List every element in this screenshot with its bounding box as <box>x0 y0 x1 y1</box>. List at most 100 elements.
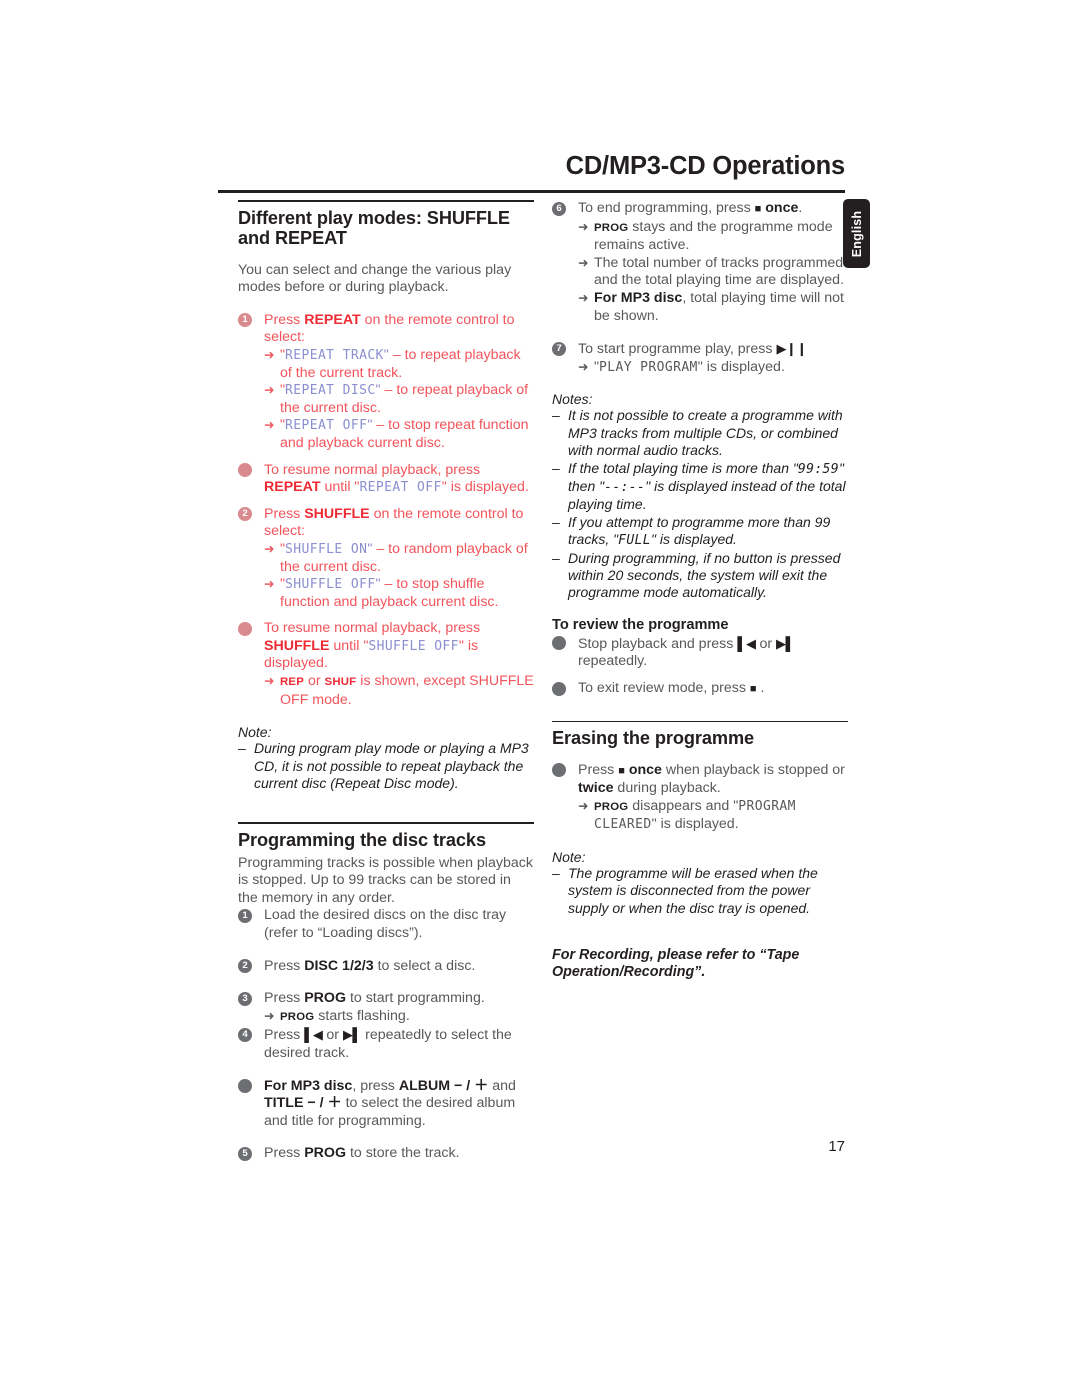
list-item: 7 To start programme play, press ▶❙❙ ➜ "P… <box>552 340 848 376</box>
arrow-line: ➜ "REPEAT DISC" – to repeat playback of t… <box>264 382 529 416</box>
minus-plus-sign: − / ＋ <box>303 1095 342 1112</box>
lcd-text: FULL <box>618 533 652 549</box>
section-heading-play-modes: Different play modes: SHUFFLE and REPEAT <box>238 207 510 249</box>
display-indicator: REP <box>280 676 305 689</box>
list-item: 4 Press ▌◀ or ▶▌ repeatedly to select th… <box>238 1026 534 1062</box>
display-indicator: PROG <box>594 800 629 813</box>
play-modes-intro: You can select and change the various pl… <box>238 261 512 296</box>
lcd-text: SHUFFLE OFF <box>368 638 459 654</box>
step-text: Press SHUFFLE on the remote control to s… <box>264 505 524 540</box>
lcd-text: --:-- <box>604 479 646 495</box>
section-rule <box>552 720 848 723</box>
arrow-icon: ➜ <box>264 541 275 556</box>
bullet-marker <box>238 463 252 478</box>
step-marker: 6 <box>552 201 566 216</box>
dash-marker: – <box>552 865 560 882</box>
lcd-text: SHUFFLE ON <box>285 541 368 557</box>
lcd-text: REPEAT OFF <box>359 480 442 496</box>
step-marker: 2 <box>238 507 252 522</box>
display-indicator: PROG <box>280 1010 315 1023</box>
step-marker: 2 <box>238 959 252 974</box>
section-heading-programming: Programming the disc tracks <box>238 830 486 851</box>
list-item: 3 Press PROG to start programming. ➜ PROG… <box>238 990 534 1026</box>
step-text: Press ▌◀ or ▶▌ repeatedly to select the … <box>264 1027 512 1061</box>
list-item: 1 Load the desired discs on the disc tra… <box>238 907 534 942</box>
display-indicator: SHUF <box>324 676 357 689</box>
list-item: 1 Press REPEAT on the remote control to … <box>238 312 534 453</box>
step-marker: 3 <box>238 991 252 1006</box>
arrow-line: ➜ REP or SHUF is shown, except SHUFFLE OF… <box>264 673 534 708</box>
recording-reference: For Recording, please refer to “Tape Ope… <box>552 946 800 981</box>
step-marker: 1 <box>238 313 252 328</box>
arrow-icon: ➜ <box>578 219 589 234</box>
section-heading-erasing: Erasing the programme <box>552 728 755 749</box>
manual-page: CD/MP3-CD Operations English Different p… <box>0 0 1080 1397</box>
note-text: – It is not possible to create a programm… <box>552 407 843 459</box>
note-text: – During programming, if no button is pre… <box>552 549 841 601</box>
list-item: To resume normal playback, press REPEAT … <box>238 462 534 497</box>
bullet-marker <box>552 681 566 696</box>
bullet-text: For MP3 disc, press ALBUM − / ＋ and TITL… <box>264 1077 516 1129</box>
step-text: Press REPEAT on the remote control to se… <box>264 311 515 346</box>
arrow-line: ➜ The total number of tracks programmed a… <box>578 254 845 289</box>
arrow-line: ➜ For MP3 disc, total playing time will n… <box>578 289 844 324</box>
step-text: Load the desired discs on the disc tray … <box>264 907 507 941</box>
arrow-icon: ➜ <box>578 359 589 374</box>
play-pause-icon: ▶❙❙ <box>776 341 807 357</box>
stop-icon: ■ <box>749 683 757 695</box>
dash-marker: – <box>552 407 560 424</box>
arrow-line: ➜ "PLAY PROGRAM" is displayed. <box>578 358 785 375</box>
arrow-icon: ➜ <box>264 383 275 398</box>
programming-intro: Programming tracks is possible when play… <box>238 854 533 906</box>
list-item: Press ■ once when playback is stopped or… <box>552 762 848 834</box>
arrow-icon: ➜ <box>264 347 275 362</box>
step-text: To end programming, press ■ once. <box>578 200 803 216</box>
display-indicator: PROG <box>594 221 629 234</box>
page-title: CD/MP3-CD Operations <box>565 152 846 180</box>
note-text: – During program play mode or playing a M… <box>238 740 529 792</box>
list-item: 2 Press DISC 1/2/3 to select a disc. <box>238 958 534 976</box>
lcd-text: REPEAT DISC <box>285 383 376 399</box>
note-text: – If you attempt to programme more than 9… <box>552 513 831 549</box>
step-text: Press DISC 1/2/3 to select a disc. <box>264 957 476 974</box>
bullet-marker <box>238 1079 252 1093</box>
left-column: Different play modes: SHUFFLE and REPEAT… <box>238 200 534 1163</box>
notes-label: Notes: <box>552 391 593 408</box>
dash-marker: – <box>552 513 560 530</box>
header-rule <box>218 190 845 194</box>
dash-marker: – <box>552 549 560 566</box>
list-item: To exit review mode, press ■ . <box>552 680 848 699</box>
lcd-text: REPEAT OFF <box>285 418 368 434</box>
bullet-text: To resume normal playback, press SHUFFLE… <box>264 620 481 672</box>
bullet-text: To resume normal playback, press REPEAT … <box>264 461 529 496</box>
note-text: – If the total playing time is more than … <box>552 459 846 513</box>
lcd-text: REPEAT TRACK <box>285 347 384 363</box>
page-number: 17 <box>828 1138 845 1155</box>
list-item: For MP3 disc, press ALBUM − / ＋ and TITL… <box>238 1078 534 1131</box>
skip-next-icon: ▶▌ <box>776 635 795 651</box>
arrow-icon: ➜ <box>264 1008 275 1023</box>
arrow-line: ➜ "SHUFFLE OFF" – to stop shuffle functio… <box>264 576 499 610</box>
skip-next-icon: ▶▌ <box>342 1027 362 1043</box>
subheading-review-programme: To review the programme <box>552 616 729 633</box>
arrow-line: ➜ "REPEAT OFF" – to stop repeat function … <box>264 417 529 451</box>
right-column: 6 To end programming, press ■ once. ➜ PRO… <box>552 200 848 996</box>
step-text: Press PROG to start programming. <box>264 990 485 1007</box>
bullet-marker <box>552 763 566 778</box>
step-marker: 1 <box>238 908 252 923</box>
stop-icon: ■ <box>618 764 625 777</box>
arrow-icon: ➜ <box>264 577 275 592</box>
skip-previous-icon: ▌◀ <box>737 635 756 651</box>
lcd-text: 99:59 <box>797 461 839 477</box>
bullet-marker <box>552 636 566 651</box>
lcd-text: PLAY PROGRAM <box>599 359 698 375</box>
list-item: Stop playback and press ▌◀ or ▶▌ repeate… <box>552 635 848 671</box>
list-item: 2 Press SHUFFLE on the remote control to… <box>238 506 534 612</box>
arrow-icon: ➜ <box>578 290 589 305</box>
bullet-text: Press ■ once when playback is stopped or… <box>578 761 845 797</box>
list-item: To resume normal playback, press SHUFFLE… <box>238 620 534 709</box>
arrow-line: ➜ "SHUFFLE ON" – to random playback of th… <box>264 540 528 575</box>
step-marker: 4 <box>238 1027 252 1042</box>
section-rule <box>238 200 534 202</box>
bullet-text: To exit review mode, press ■ . <box>578 680 765 696</box>
